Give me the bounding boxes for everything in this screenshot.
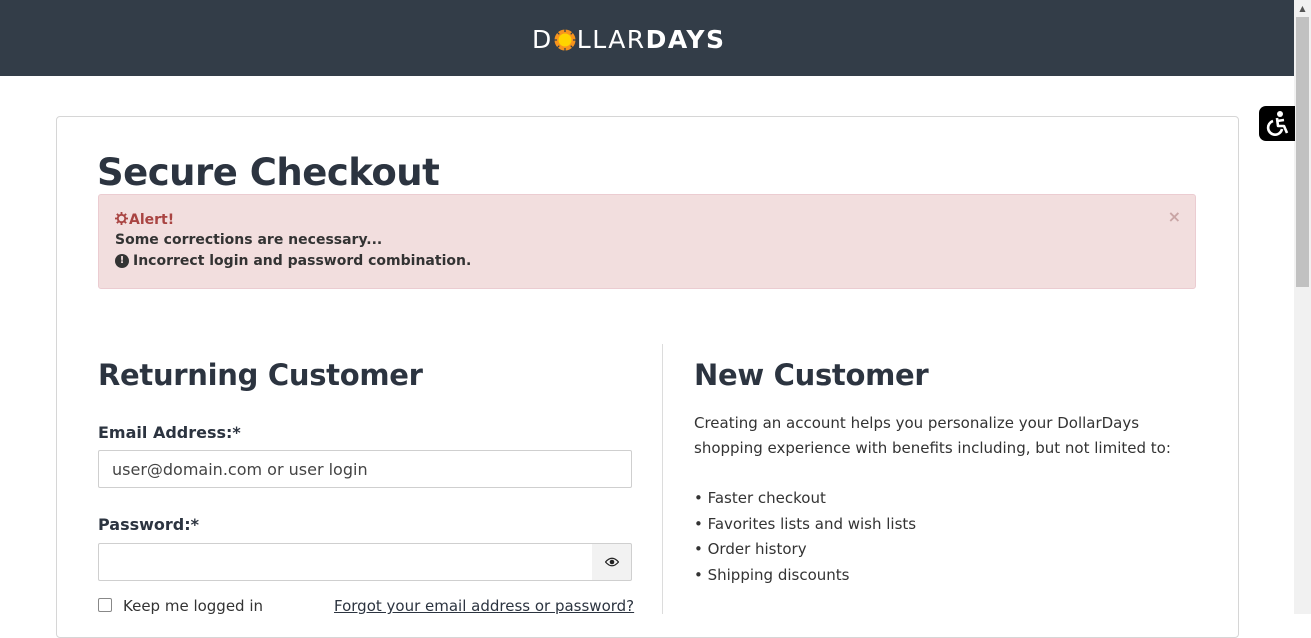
sun-logo-icon: [553, 29, 576, 51]
eye-icon: [604, 557, 619, 567]
logo-text-days: DAYS: [645, 25, 726, 54]
vertical-scrollbar[interactable]: ▲: [1294, 0, 1311, 614]
scroll-up-arrow-icon[interactable]: ▲: [1294, 0, 1311, 17]
list-item: • Order history: [694, 540, 807, 558]
new-customer-title: New Customer: [694, 358, 929, 392]
page-title: Secure Checkout: [97, 151, 440, 194]
alert-title-row: Alert!: [115, 211, 174, 229]
new-customer-intro: Creating an account helps you personaliz…: [694, 414, 1171, 457]
logo-letter-d: D: [532, 25, 553, 54]
site-header: D LLARDAYS: [0, 0, 1294, 76]
logo-text-llar: LLAR: [576, 25, 646, 54]
benefits-list: • Faster checkout • Favorites lists and …: [694, 486, 916, 588]
keep-logged-in-label[interactable]: Keep me logged in: [123, 596, 263, 616]
dollardays-logo[interactable]: D LLARDAYS: [532, 24, 726, 56]
password-label: Password:*: [98, 515, 200, 534]
alert-subtitle: Some corrections are necessary...: [115, 232, 383, 248]
show-password-button[interactable]: [592, 543, 632, 581]
column-divider: [662, 344, 663, 614]
error-alert: Alert! Some corrections are necessary...…: [98, 194, 1196, 289]
list-item: • Shipping discounts: [694, 565, 850, 584]
email-input[interactable]: [98, 450, 632, 488]
scrollbar-thumb[interactable]: [1296, 17, 1309, 287]
email-label: Email Address:*: [98, 423, 241, 442]
list-item: • Faster checkout: [694, 489, 826, 507]
accessibility-button[interactable]: [1259, 106, 1295, 141]
alert-message-row: ! Incorrect login and password combinati…: [115, 252, 471, 270]
alert-message: Incorrect login and password combination…: [133, 253, 472, 269]
keep-logged-in-checkbox[interactable]: [98, 598, 112, 612]
close-icon[interactable]: ×: [1168, 208, 1181, 226]
forgot-credentials-link[interactable]: Forgot your email address or password?: [334, 596, 634, 616]
exclamation-circle-icon: !: [115, 254, 129, 268]
password-input[interactable]: [98, 543, 593, 581]
accessibility-icon: [1266, 111, 1289, 136]
returning-customer-title: Returning Customer: [98, 358, 423, 392]
list-item: • Favorites lists and wish lists: [694, 514, 917, 533]
alert-title: Alert!: [129, 212, 175, 228]
gear-icon: [115, 212, 128, 225]
